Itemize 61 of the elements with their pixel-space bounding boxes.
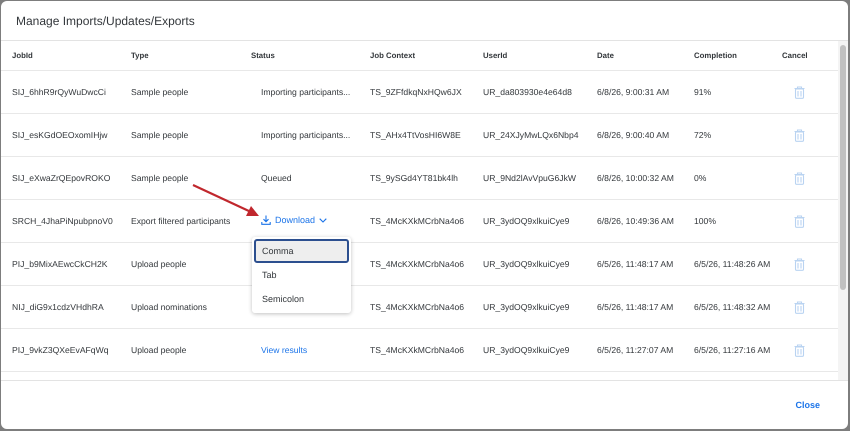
table-cell-text: UR_3ydOQ9xlkuiCye9 xyxy=(483,302,570,312)
download-button[interactable]: Download xyxy=(261,215,328,225)
table-cell-text: UR_3ydOQ9xlkuiCye9 xyxy=(483,345,570,355)
table-cell-text: 6/5/26, 11:27:16 AM xyxy=(694,345,772,355)
table-cell-text: PIJ_b9MixAEwcCkCH2K xyxy=(12,259,109,269)
trash-icon[interactable] xyxy=(794,128,805,142)
status-text: Importing participants... xyxy=(260,87,350,97)
view-results-link[interactable]: View results xyxy=(261,345,308,355)
table-cell-text: 6/5/26, 11:48:32 AM xyxy=(694,302,772,312)
table-cell-text: UR_9Nd2lAvVpuG6JkW xyxy=(483,173,577,183)
dialog-title: Manage Imports/Updates/Exports xyxy=(16,14,195,28)
status-text: Importing participants... xyxy=(260,130,350,140)
table-cell-text: 6/5/26, 11:48:17 AM xyxy=(597,302,674,312)
table-cell-text: TS_4McKXkMCrbNa4o6 xyxy=(370,216,466,226)
table-cell-text: 72% xyxy=(694,130,712,140)
table-cell-text: TS_4McKXkMCrbNa4o6 xyxy=(370,345,466,355)
table-cell-text: SIJ_6hhR9rQyWuDwcCi xyxy=(12,87,107,97)
table-cell-text: TS_9ySGd4YT81bk4lh xyxy=(370,173,459,183)
table-cell-text: Sample people xyxy=(131,87,190,97)
status-text: Queued xyxy=(260,173,292,183)
table-cell-text: PIJ_9vkZ3QXeEvAFqWq xyxy=(12,345,110,355)
table-cell-text: UR_3ydOQ9xlkuiCye9 xyxy=(483,259,570,269)
download-icon xyxy=(261,215,271,225)
menu-option[interactable]: Comma xyxy=(254,239,349,263)
table-cell-text: 6/8/26, 9:00:40 AM xyxy=(597,130,670,140)
trash-icon[interactable] xyxy=(794,214,805,228)
table-cell-text: Export filtered participants xyxy=(131,216,232,226)
table-cell-text: Sample people xyxy=(131,130,190,140)
table-cell-text: Upload people xyxy=(131,345,188,355)
table-cell-text: TS_4McKXkMCrbNa4o6 xyxy=(370,302,466,312)
table-cell-text: 6/5/26, 11:48:17 AM xyxy=(597,259,674,269)
trash-icon[interactable] xyxy=(794,172,805,184)
table-cell-text: 6/8/26, 10:49:36 AM xyxy=(597,216,675,226)
trash-icon[interactable] xyxy=(794,86,805,98)
arrow-annotation xyxy=(192,184,259,216)
table-cell-text: UR_3ydOQ9xlkuiCye9 xyxy=(483,216,570,226)
table-cell-text: SIJ_esKGdOEOxomIHjw xyxy=(12,130,109,140)
trash-icon[interactable] xyxy=(794,258,805,270)
table-cell-text: NIJ_diG9x1cdzVHdhRA xyxy=(12,302,105,312)
table-cell-text: Upload people xyxy=(131,259,188,269)
close-button[interactable]: Close xyxy=(791,398,824,412)
table-cell-text: 91% xyxy=(694,87,712,97)
table-cell-text: 6/5/26, 11:48:26 AM xyxy=(694,259,772,269)
table-cell-text: 100% xyxy=(694,216,717,226)
table-cell-text: TS_4McKXkMCrbNa4o6 xyxy=(370,259,466,269)
table-cell-text: 0% xyxy=(694,173,708,183)
caret-icon xyxy=(319,218,328,222)
table-cell-text: TS_9ZFfdkqNxHQw6JX xyxy=(370,87,463,97)
table-cell-text: SIJ_eXwaZrQEpovROKO xyxy=(12,173,112,183)
table-cell-text: Upload nominations xyxy=(131,302,208,312)
table-cell-text: 6/5/26, 11:27:07 AM xyxy=(597,345,674,355)
trash-icon[interactable] xyxy=(794,344,805,356)
table-cell-text: UR_da803930e4e64d8 xyxy=(483,87,573,97)
table-cell-text: 6/8/26, 10:00:32 AM xyxy=(597,173,675,183)
table-cell-text: UR_24XJyMwLQx6Nbp4 xyxy=(483,130,580,140)
table-cell-text: 6/8/26, 9:00:31 AM xyxy=(597,87,670,97)
trash-icon[interactable] xyxy=(794,300,805,314)
table-cell-text: Sample people xyxy=(131,173,190,183)
table-cell-text: SRCH_4JhaPiNpubpnoV0 xyxy=(12,216,114,226)
scrollbar-thumb[interactable] xyxy=(840,45,846,290)
table-cell-text: TS_AHx4TtVosHI6W8E xyxy=(370,130,462,140)
